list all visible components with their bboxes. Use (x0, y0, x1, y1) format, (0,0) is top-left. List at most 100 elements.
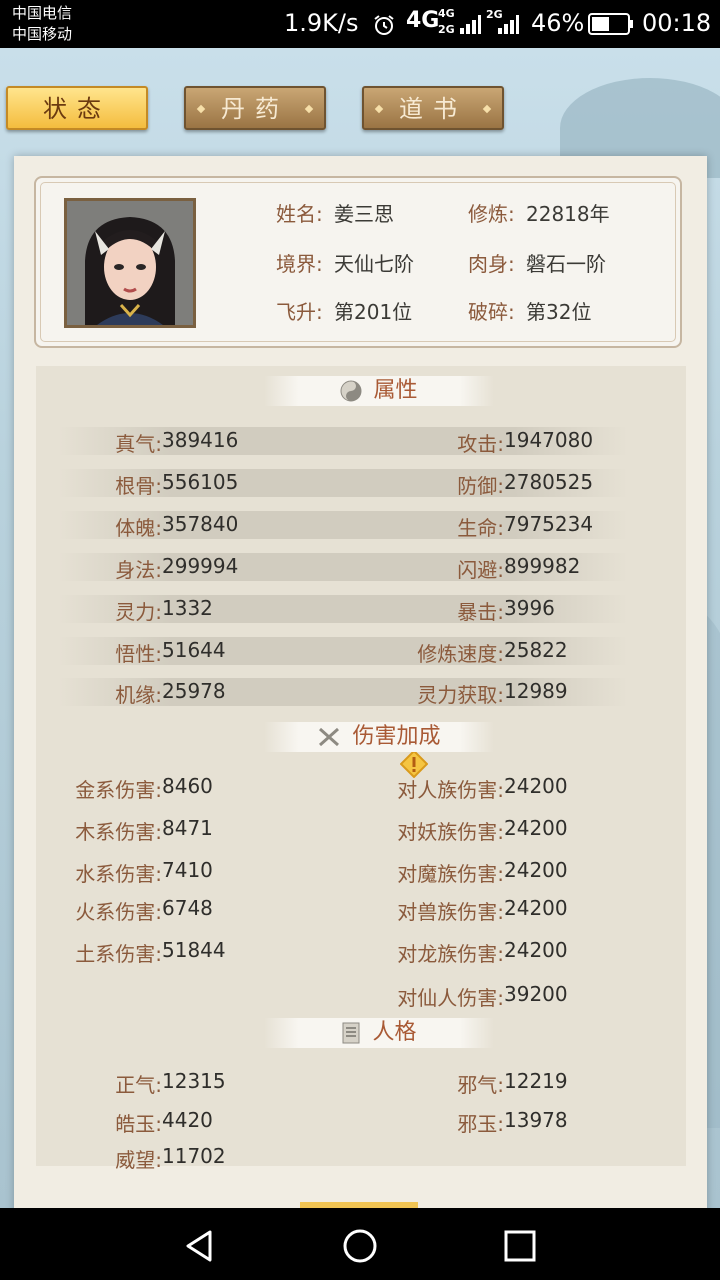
back-icon[interactable] (180, 1226, 220, 1266)
attributes-left-value: 357840 (162, 512, 239, 536)
network-small-bottom: 2G (438, 23, 455, 36)
personality-left-label: 皓玉: (115, 1112, 162, 1136)
attributes-right-label: 暴击: (457, 600, 504, 624)
attributes-left-label: 悟性: (115, 642, 162, 666)
attributes-right-value: 1947080 (504, 428, 594, 452)
status-panel: 姓名: 姜三思 修炼: 22818年 境界: 天仙七阶 肉身: 磐石一阶 飞升:… (14, 156, 707, 1208)
signal-icon (460, 15, 481, 34)
tab-elixir[interactable]: 丹药 (184, 86, 326, 130)
attributes-right-value: 12989 (504, 679, 568, 703)
attributes-left-value: 25978 (162, 679, 226, 703)
attributes-header: 属性 (264, 376, 494, 406)
stats-scroll-area[interactable]: 属性 真气: 389416 根骨: 556105 体魄: 357840 身法: 299994 灵… (36, 366, 686, 1172)
name-value: 姜三思 (334, 202, 394, 226)
tab-label: 丹药 (221, 95, 289, 123)
damage-left-label: 土系伤害: (75, 942, 162, 966)
attributes-left-value: 389416 (162, 428, 239, 452)
attributes-left-label: 机缘: (115, 683, 162, 707)
home-icon[interactable] (340, 1226, 380, 1266)
attributes-right-label: 闪避: (457, 558, 504, 582)
personality-right-label: 邪玉: (457, 1112, 504, 1136)
portrait-image (67, 201, 193, 325)
damage-left-value: 8471 (162, 816, 213, 840)
recents-icon[interactable] (500, 1226, 540, 1266)
body-label: 肉身: (468, 252, 515, 276)
tab-ornament (196, 104, 206, 114)
ascend-label: 飞升: (276, 300, 323, 324)
damage-right-value: 24200 (504, 896, 568, 920)
damage-left-value: 51844 (162, 938, 226, 962)
attributes-left-value: 556105 (162, 470, 239, 494)
damage-right-value: 39200 (504, 982, 568, 1006)
personality-right-label: 邪气: (457, 1073, 504, 1097)
attributes-right-value: 7975234 (504, 512, 594, 536)
damage-left-value: 7410 (162, 858, 213, 882)
ascend-value: 第201位 (334, 300, 413, 324)
navigation-bar (0, 1208, 720, 1280)
cultivation-value: 22818年 (526, 202, 610, 226)
attributes-left-value: 299994 (162, 554, 239, 578)
personality-right-value: 13978 (504, 1108, 568, 1132)
network-small-top: 4G (438, 7, 455, 20)
network-speed: 1.9K/s (284, 9, 359, 37)
profile-card: 姓名: 姜三思 修炼: 22818年 境界: 天仙七阶 肉身: 磐石一阶 飞升:… (34, 176, 682, 348)
body-value: 磐石一阶 (526, 252, 606, 276)
battery-percent: 46% (531, 9, 585, 37)
tab-ornament (304, 104, 314, 114)
attributes-left-value: 1332 (162, 596, 213, 620)
personality-left-value: 4420 (162, 1108, 213, 1132)
attributes-right-value: 2780525 (504, 470, 594, 494)
personality-header: 人格 (264, 1018, 494, 1048)
personality-left-value: 11702 (162, 1144, 226, 1168)
battery-icon (588, 13, 633, 35)
personality-right-value: 12219 (504, 1069, 568, 1093)
character-portrait (64, 198, 196, 328)
realm-label: 境界: (276, 252, 323, 276)
alarm-icon (374, 15, 394, 35)
damage-right-label: 对人族伤害: (397, 778, 504, 802)
attributes-right-value: 25822 (504, 638, 568, 662)
damage-right-value: 24200 (504, 774, 568, 798)
attributes-right-label: 灵力获取: (417, 683, 504, 707)
personality-left-label: 正气: (115, 1073, 162, 1097)
yinyang-icon (340, 380, 362, 402)
network-type: 4G (406, 8, 440, 33)
attributes-title: 属性 (373, 378, 418, 403)
attributes-right-label: 修炼速度: (417, 642, 504, 666)
attributes-left-label: 真气: (115, 432, 162, 456)
attributes-right-label: 防御: (457, 474, 504, 498)
cultivation-label: 修炼: (468, 202, 515, 226)
tab-label: 道书 (399, 95, 467, 123)
damage-right-label: 对魔族伤害: (397, 862, 504, 886)
damage-right-label: 对兽族伤害: (397, 900, 504, 924)
signal-icon (498, 15, 519, 34)
personality-left-value: 12315 (162, 1069, 226, 1093)
break-label: 破碎: (468, 300, 515, 324)
damage-right-label: 对仙人伤害: (397, 986, 504, 1010)
tab-status[interactable]: 状态 (6, 86, 148, 130)
damage-right-label: 对妖族伤害: (397, 820, 504, 844)
carrier-1: 中国电信 (12, 4, 73, 22)
attributes-left-label: 灵力: (115, 600, 162, 624)
tab-daoshu[interactable]: 道书 (362, 86, 504, 130)
attributes-left-label: 体魄: (115, 516, 162, 540)
attributes-right-value: 3996 (504, 596, 555, 620)
tab-ornament (482, 104, 492, 114)
damage-header: 伤害加成 (264, 722, 494, 752)
damage-right-value: 24200 (504, 858, 568, 882)
damage-title: 伤害加成 (352, 724, 441, 749)
attributes-right-value: 899982 (504, 554, 581, 578)
crossed-swords-icon (319, 727, 340, 747)
damage-right-label: 对龙族伤害: (397, 942, 504, 966)
damage-left-value: 8460 (162, 774, 213, 798)
book-icon (342, 1022, 360, 1044)
attributes-right-label: 攻击: (457, 432, 504, 456)
name-label: 姓名: (276, 202, 323, 226)
clock: 00:18 (642, 9, 712, 37)
damage-left-value: 6748 (162, 896, 213, 920)
personality-title: 人格 (372, 1020, 417, 1045)
tab-label: 状态 (43, 95, 111, 123)
damage-left-label: 水系伤害: (75, 862, 162, 886)
damage-right-value: 24200 (504, 816, 568, 840)
personality-left-label: 威望: (115, 1148, 162, 1172)
